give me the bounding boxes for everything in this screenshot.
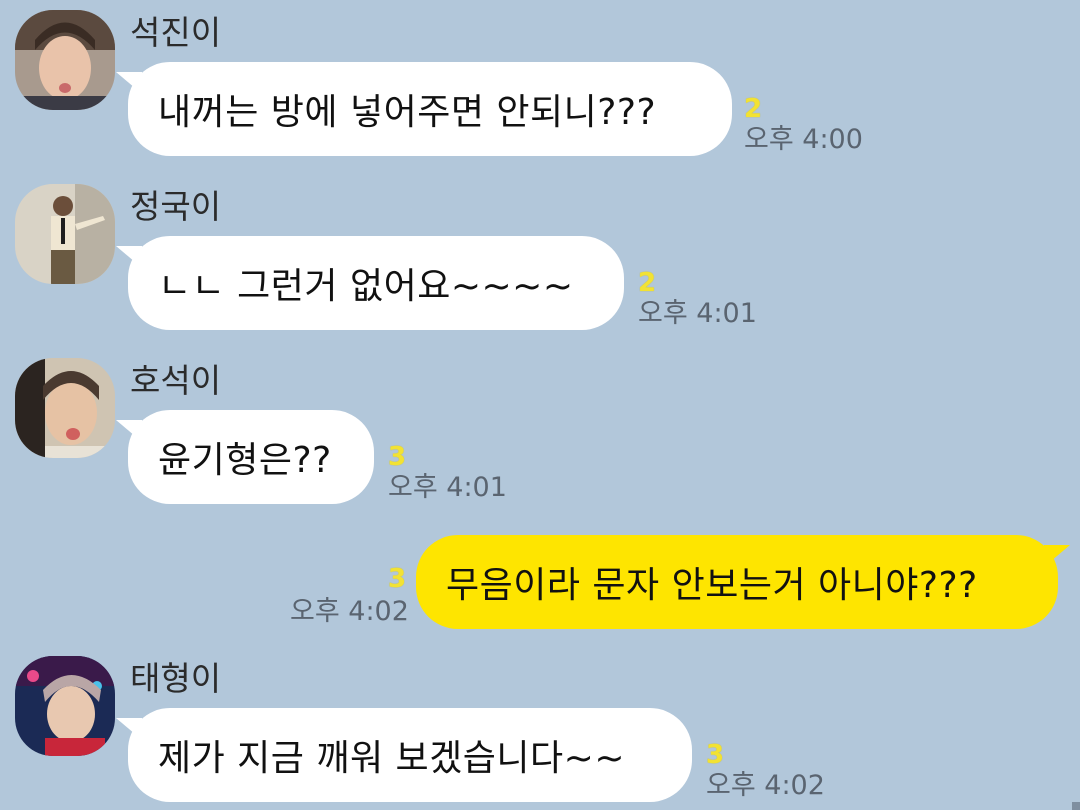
message-time: 오후 4:00 bbox=[744, 124, 863, 155]
profile-photo-icon bbox=[15, 10, 115, 110]
message-bubble[interactable]: 무음이라 문자 안보는거 아니야??? bbox=[416, 535, 1070, 629]
avatar[interactable] bbox=[15, 184, 115, 284]
message-bubble[interactable]: 제가 지금 깨워 보겠습니다~~ bbox=[116, 708, 692, 802]
sender-name: 호석이 bbox=[130, 361, 222, 400]
message-bubble[interactable]: 내꺼는 방에 넣어주면 안되니??? bbox=[116, 62, 732, 156]
avatar[interactable] bbox=[15, 10, 115, 110]
sender-name: 태형이 bbox=[130, 659, 222, 698]
unread-count: 3 bbox=[388, 442, 407, 472]
message-text: 내꺼는 방에 넣어주면 안되니??? bbox=[158, 92, 657, 133]
message-text: ㄴㄴ 그런거 없어요~~~~ bbox=[158, 266, 574, 307]
message-time: 오후 4:01 bbox=[388, 472, 507, 503]
unread-count: 3 bbox=[706, 740, 725, 770]
sender-name: 정국이 bbox=[130, 187, 222, 226]
message-bubble[interactable]: 윤기형은?? bbox=[116, 410, 374, 504]
message-text: 윤기형은?? bbox=[158, 440, 332, 481]
profile-photo-icon bbox=[15, 656, 115, 756]
message-text: 무음이라 문자 안보는거 아니야??? bbox=[446, 565, 978, 606]
message-time: 오후 4:01 bbox=[638, 298, 757, 329]
chat-area[interactable]: 석진이 내꺼는 방에 넣어주면 안되니??? 2 오후 4:00 정국이 ㄴㄴ … bbox=[0, 0, 1080, 810]
message-time: 오후 4:02 bbox=[290, 596, 409, 627]
sender-name: 석진이 bbox=[130, 13, 222, 52]
unread-count: 2 bbox=[638, 268, 657, 298]
profile-photo-icon bbox=[15, 184, 115, 284]
unread-count: 2 bbox=[744, 94, 763, 124]
message-time: 오후 4:02 bbox=[706, 770, 825, 801]
avatar[interactable] bbox=[15, 656, 115, 756]
message-text: 제가 지금 깨워 보겠습니다~~ bbox=[158, 738, 625, 779]
unread-count: 3 bbox=[388, 564, 407, 594]
scrollbar-corner bbox=[1072, 802, 1080, 810]
avatar[interactable] bbox=[15, 358, 115, 458]
profile-photo-icon bbox=[15, 358, 115, 458]
message-bubble[interactable]: ㄴㄴ 그런거 없어요~~~~ bbox=[116, 236, 624, 330]
